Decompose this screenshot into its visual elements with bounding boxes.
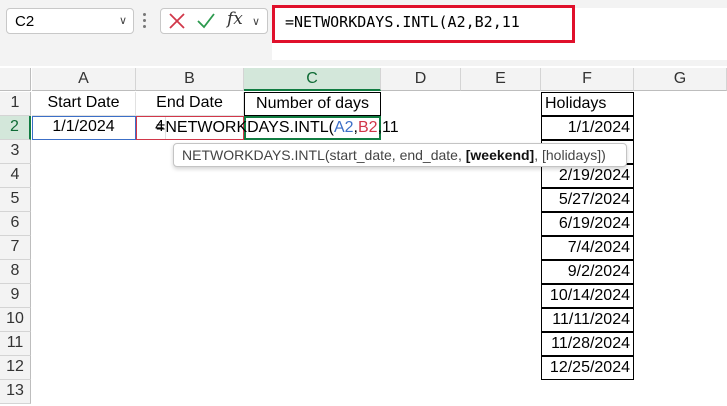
tooltip-current-arg[interactable]: [weekend] — [466, 147, 534, 163]
holiday-cell[interactable]: 11/28/2024 — [541, 332, 634, 356]
row-header-7[interactable]: 7 — [0, 236, 31, 260]
holiday-cell[interactable]: 5/27/2024 — [541, 188, 634, 212]
formula-rest: ,11 — [377, 119, 399, 136]
formula-ref-b2: B2 — [357, 119, 378, 136]
holiday-cell[interactable]: 11/11/2024 — [541, 308, 634, 332]
column-header-g[interactable]: G — [634, 68, 727, 91]
chevron-down-icon[interactable]: ∨ — [252, 15, 260, 28]
formula-input-lower[interactable] — [272, 43, 727, 60]
row-header-2[interactable]: 2 — [0, 116, 31, 140]
tooltip-tail: , [holidays]) — [534, 147, 606, 163]
row-header-11[interactable]: 11 — [0, 332, 31, 356]
spreadsheet-grid: A B C D E F G 1 2 3 4 5 6 7 8 9 10 11 12… — [0, 66, 727, 406]
row-header-8[interactable]: 8 — [0, 260, 31, 284]
column-header-a[interactable]: A — [32, 68, 136, 91]
holiday-cell[interactable]: 2/19/2024 — [541, 164, 634, 188]
cell-b1[interactable]: End Date — [136, 92, 244, 116]
row-header-9[interactable]: 9 — [0, 284, 31, 308]
in-cell-formula[interactable]: =NETWORKDAYS.INTL(A2,B2,11 — [156, 117, 399, 139]
row-header-10[interactable]: 10 — [0, 308, 31, 332]
holiday-cell[interactable]: 9/2/2024 — [541, 260, 634, 284]
function-argument-tooltip[interactable]: NETWORKDAYS.INTL(start_date, end_date, [… — [173, 143, 627, 167]
name-box[interactable]: C2 ∨ — [6, 8, 134, 34]
cell-f1[interactable]: Holidays — [541, 92, 634, 116]
formula-input[interactable]: =NETWORKDAYS.INTL(A2,B2,11 — [272, 5, 575, 43]
cancel-icon[interactable] — [168, 12, 186, 30]
formula-ref-a2: A2 — [333, 119, 354, 136]
reference-highlight-a2 — [32, 116, 136, 140]
holiday-cell[interactable]: 7/4/2024 — [541, 236, 634, 260]
formula-bar-area: C2 ∨ fx ∨ =NETWORKDAYS.INTL(A2,B2,11 — [0, 0, 727, 66]
holiday-cell[interactable]: 6/19/2024 — [541, 212, 634, 236]
name-box-value: C2 — [15, 13, 35, 30]
row-header-12[interactable]: 12 — [0, 356, 31, 380]
column-header-e[interactable]: E — [461, 68, 541, 91]
insert-function-icon[interactable]: fx — [227, 9, 243, 29]
row-header-1[interactable]: 1 — [0, 92, 31, 116]
column-header-b[interactable]: B — [136, 68, 244, 91]
row-header-13[interactable]: 13 — [0, 380, 31, 404]
column-header-f[interactable]: F — [541, 68, 634, 91]
chevron-down-icon[interactable]: ∨ — [119, 14, 127, 27]
holiday-cell[interactable]: 1/1/2024 — [541, 116, 634, 140]
row-header-4[interactable]: 4 — [0, 164, 31, 188]
row-header-6[interactable]: 6 — [0, 212, 31, 236]
more-options-icon[interactable] — [141, 10, 147, 32]
select-all-corner[interactable] — [0, 68, 31, 91]
column-header-d[interactable]: D — [381, 68, 461, 91]
check-icon[interactable] — [196, 12, 216, 30]
formula-controls: fx ∨ — [160, 8, 268, 34]
holiday-cell[interactable]: 12/25/2024 — [541, 356, 634, 380]
holiday-cell[interactable]: 10/14/2024 — [541, 284, 634, 308]
tooltip-signature: NETWORKDAYS.INTL(start_date, end_date, — [182, 147, 466, 163]
cell-a1[interactable]: Start Date — [32, 92, 136, 116]
formula-function: =NETWORKDAYS.INTL( — [156, 119, 334, 136]
column-header-c[interactable]: C — [244, 68, 381, 91]
row-header-3[interactable]: 3 — [0, 140, 31, 164]
row-header-5[interactable]: 5 — [0, 188, 31, 212]
cell-c1[interactable]: Number of days — [244, 92, 381, 116]
